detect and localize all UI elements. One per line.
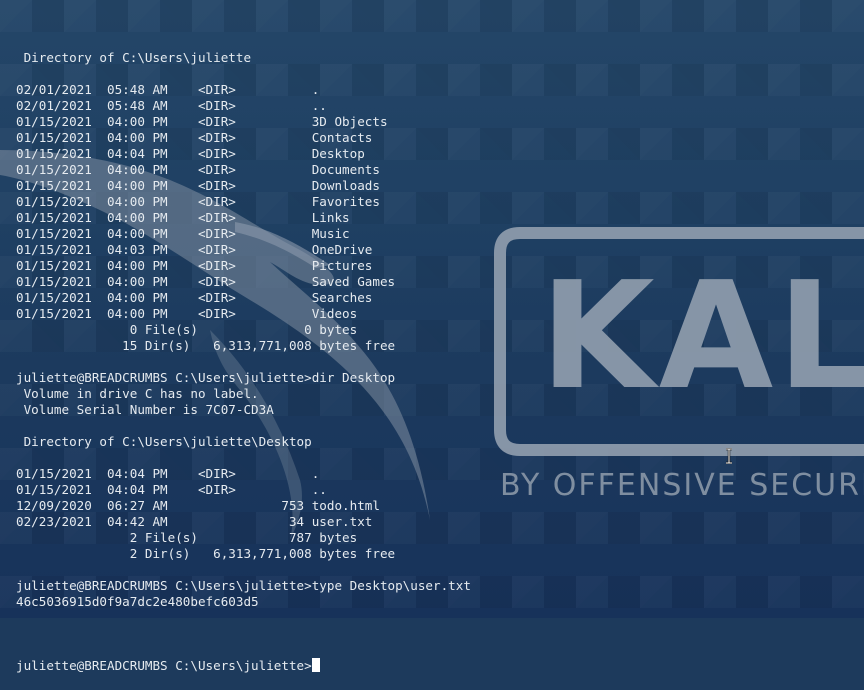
terminal-prompt-line[interactable]: juliette@BREADCRUMBS C:\Users\juliette> xyxy=(16,658,471,674)
terminal-line: 01/15/2021 04:00 PM <DIR> Saved Games xyxy=(16,274,396,289)
terminal-line: 01/15/2021 04:04 PM <DIR> Desktop xyxy=(16,146,365,161)
terminal-line: 02/23/2021 04:42 AM 34 user.txt xyxy=(16,514,373,529)
terminal-line: juliette@BREADCRUMBS C:\Users\juliette>d… xyxy=(16,370,396,385)
terminal-line: 01/15/2021 04:00 PM <DIR> Contacts xyxy=(16,130,373,145)
terminal-line: 01/15/2021 04:00 PM <DIR> Downloads xyxy=(16,178,380,193)
terminal-line: 15 Dir(s) 6,313,771,008 bytes free xyxy=(16,338,396,353)
terminal-line: Directory of C:\Users\juliette xyxy=(16,50,252,65)
terminal-line: 01/15/2021 04:00 PM <DIR> Searches xyxy=(16,290,373,305)
terminal-line: 01/15/2021 04:04 PM <DIR> .. xyxy=(16,482,327,497)
terminal-cursor xyxy=(311,658,320,672)
terminal-line: 46c5036915d0f9a7dc2e480befc603d5 xyxy=(16,594,259,609)
terminal-line: 2 Dir(s) 6,313,771,008 bytes free xyxy=(16,546,396,561)
kali-wordmark: KALI xyxy=(540,250,864,422)
terminal-line: 01/15/2021 04:00 PM <DIR> Pictures xyxy=(16,258,373,273)
terminal-line: Directory of C:\Users\juliette\Desktop xyxy=(16,434,312,449)
terminal-line: Volume Serial Number is 7C07-CD3A xyxy=(16,402,274,417)
terminal-line: 01/15/2021 04:00 PM <DIR> Documents xyxy=(16,162,380,177)
terminal-line: 02/01/2021 05:48 AM <DIR> .. xyxy=(16,98,327,113)
terminal-line: 01/15/2021 04:00 PM <DIR> Music xyxy=(16,226,350,241)
kali-tagline: BY OFFENSIVE SECURITY xyxy=(500,468,864,503)
text-cursor-ibeam-icon xyxy=(726,448,732,464)
terminal-line: 2 File(s) 787 bytes xyxy=(16,530,358,545)
terminal-line: 01/15/2021 04:00 PM <DIR> Videos xyxy=(16,306,358,321)
terminal-line: 01/15/2021 04:00 PM <DIR> 3D Objects xyxy=(16,114,388,129)
terminal-prompt: juliette@BREADCRUMBS C:\Users\juliette> xyxy=(16,658,312,673)
terminal-line: 02/01/2021 05:48 AM <DIR> . xyxy=(16,82,320,97)
terminal-line: 12/09/2020 06:27 AM 753 todo.html xyxy=(16,498,380,513)
terminal-line: 01/15/2021 04:00 PM <DIR> Favorites xyxy=(16,194,380,209)
terminal-line: 01/15/2021 04:04 PM <DIR> . xyxy=(16,466,320,481)
terminal-line: 0 File(s) 0 bytes xyxy=(16,322,358,337)
terminal-line: Volume in drive C has no label. xyxy=(16,386,259,401)
terminal-lines: Directory of C:\Users\juliette 02/01/2021… xyxy=(16,50,471,626)
terminal-line: juliette@BREADCRUMBS C:\Users\juliette>t… xyxy=(16,578,471,593)
terminal-output[interactable]: Directory of C:\Users\juliette 02/01/2021… xyxy=(16,18,471,690)
terminal-line: 01/15/2021 04:03 PM <DIR> OneDrive xyxy=(16,242,373,257)
terminal-line: 01/15/2021 04:00 PM <DIR> Links xyxy=(16,210,350,225)
